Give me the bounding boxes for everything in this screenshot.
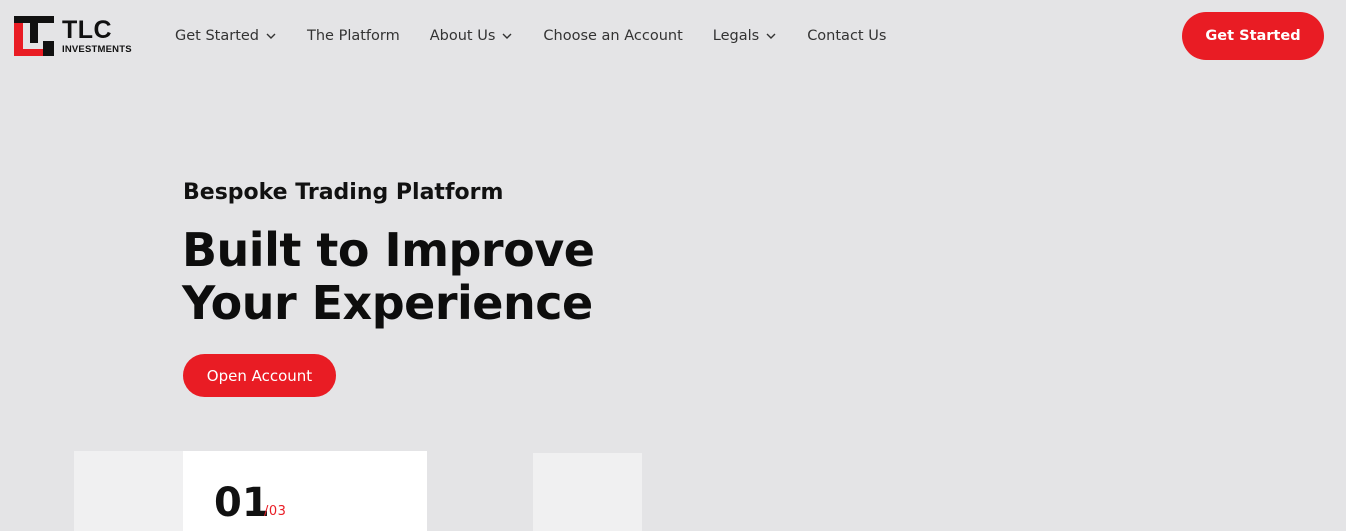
brand-name: TLC — [62, 16, 113, 44]
nav-item-label: The Platform — [307, 28, 400, 44]
nav-item-choose-account[interactable]: Choose an Account — [543, 28, 682, 44]
nav-item-contact-us[interactable]: Contact Us — [807, 28, 886, 44]
nav-item-label: About Us — [429, 28, 496, 44]
main-nav: Get Started The Platform About Us Choose… — [175, 24, 916, 48]
get-started-button[interactable]: Get Started — [1182, 12, 1324, 60]
hero-subtitle: Bespoke Trading Platform — [183, 180, 504, 205]
nav-item-label: Legals — [712, 28, 760, 44]
slide-current-number: 01 — [214, 480, 270, 526]
slider-card-prev — [74, 451, 183, 531]
brand-logo[interactable]: TLC INVESTMENTS — [14, 16, 144, 58]
nav-item-about-us[interactable]: About Us — [430, 28, 514, 44]
chevron-down-icon — [502, 33, 512, 39]
hero-title-line-2: Your Experience — [182, 276, 593, 330]
brand-tagline: INVESTMENTS — [62, 44, 132, 55]
tlc-logo-icon — [14, 16, 54, 56]
hero-title-line-1: Built to Improve — [182, 223, 595, 277]
nav-item-label: Get Started — [175, 28, 259, 44]
slider-card-active: 01 /03 — [183, 451, 427, 531]
nav-item-legals[interactable]: Legals — [713, 28, 777, 44]
slide-total-number: /03 — [264, 504, 287, 519]
nav-item-label: Choose an Account — [543, 28, 683, 44]
chevron-down-icon — [266, 33, 276, 39]
nav-item-label: Contact Us — [807, 28, 887, 44]
hero-title: Built to Improve Your Experience — [182, 224, 702, 330]
slider-card-next — [533, 453, 642, 531]
nav-item-the-platform[interactable]: The Platform — [307, 28, 400, 44]
open-account-button[interactable]: Open Account — [183, 354, 336, 397]
chevron-down-icon — [766, 33, 776, 39]
nav-item-get-started[interactable]: Get Started — [175, 28, 277, 44]
site-header: TLC INVESTMENTS Get Started The Platform… — [0, 0, 1346, 72]
